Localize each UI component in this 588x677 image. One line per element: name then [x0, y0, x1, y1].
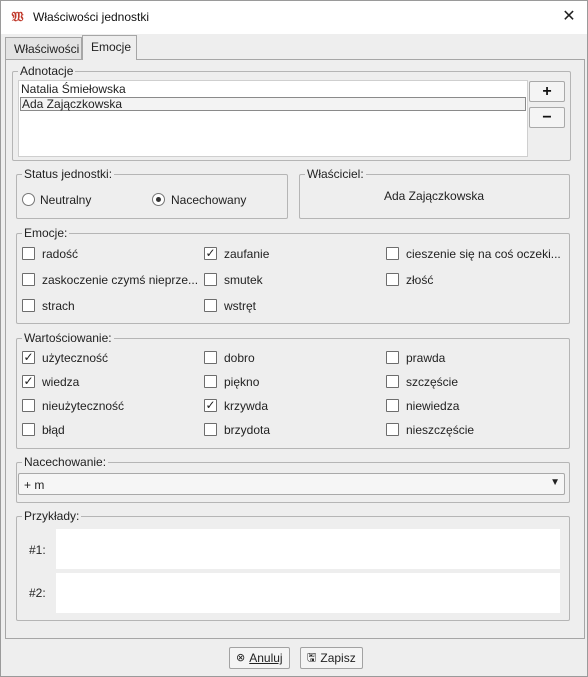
valuation-checkbox[interactable]: [204, 375, 217, 388]
emotion-checkbox[interactable]: [204, 299, 217, 312]
add-annotation-button[interactable]: +: [529, 81, 565, 102]
emotion-checkbox-label: smutek: [224, 273, 263, 287]
owner-label: Właściciel:: [307, 167, 364, 181]
radio-nacechowany-label: Nacechowany: [171, 193, 247, 207]
emotion-checkbox[interactable]: [22, 273, 35, 286]
valuation-checkbox-label: szczęście: [406, 375, 459, 389]
example-2-field[interactable]: [56, 573, 560, 613]
owner-value: Ada Zajączkowska: [384, 189, 485, 203]
valuation-checkbox[interactable]: [386, 375, 399, 388]
cancel-button-label: Anuluj: [249, 651, 283, 665]
valuation-checkbox-label: wiedza: [42, 375, 80, 389]
tab-wlasciwosci[interactable]: Właściwości: [5, 37, 82, 59]
emotion-checkbox-label: radość: [42, 247, 79, 261]
marking-value: + m: [24, 478, 45, 492]
close-icon[interactable]: ✕: [557, 6, 581, 28]
title-bar: 𝔚 Właściwości jednostki ✕: [1, 1, 587, 34]
example-1-field[interactable]: [56, 529, 560, 569]
marking-label: Nacechowanie:: [24, 455, 107, 469]
valuation-checkbox-label: piękno: [224, 375, 260, 389]
list-item[interactable]: Natalia Śmiełowska: [20, 82, 526, 96]
valuation-checkbox[interactable]: [386, 399, 399, 412]
example-2-label: #2:: [29, 586, 46, 600]
emotion-checkbox[interactable]: [22, 299, 35, 312]
marking-select[interactable]: + m ▼: [18, 473, 565, 495]
dialog-window: 𝔚 Właściwości jednostki ✕ Właściwości Em…: [0, 0, 588, 677]
window-title: Właściwości jednostki: [33, 10, 150, 24]
valuation-checkbox[interactable]: [386, 351, 399, 364]
cancel-button[interactable]: ⊗ Anuluj: [229, 647, 290, 669]
valuation-checkbox[interactable]: [386, 423, 399, 436]
valuation-checkbox[interactable]: [204, 423, 217, 436]
emotion-checkbox[interactable]: ✓: [204, 247, 217, 260]
emotion-checkbox-label: złość: [406, 273, 434, 287]
save-button[interactable]: 🖫 Zapisz: [300, 647, 363, 669]
emotion-checkbox[interactable]: [386, 247, 399, 260]
list-item-selected[interactable]: Ada Zajączkowska: [20, 97, 526, 111]
cancel-icon: ⊗: [236, 652, 246, 664]
annotations-label: Adnotacje: [20, 64, 74, 78]
emotions-label: Emocje:: [24, 226, 68, 240]
tab-emocje[interactable]: Emocje: [82, 35, 137, 60]
valuation-checkbox-label: nieużyteczność: [42, 399, 125, 413]
valuation-checkbox-label: dobro: [224, 351, 255, 365]
valuation-checkbox[interactable]: [22, 399, 35, 412]
valuation-checkbox[interactable]: [22, 423, 35, 436]
emotion-checkbox[interactable]: [22, 247, 35, 260]
chevron-down-icon: ▼: [550, 477, 560, 488]
example-1-label: #1:: [29, 543, 46, 557]
examples-label: Przykłady:: [24, 509, 80, 523]
valuation-label: Wartościowanie:: [24, 331, 112, 345]
valuation-checkbox-label: błąd: [42, 423, 65, 437]
valuation-checkbox[interactable]: ✓: [204, 399, 217, 412]
app-logo-icon: 𝔚: [11, 10, 24, 25]
emotion-checkbox[interactable]: [204, 273, 217, 286]
emotion-checkbox-label: zaskoczenie czymś nieprze...: [42, 273, 199, 287]
valuation-checkbox[interactable]: ✓: [22, 375, 35, 388]
emotion-checkbox-label: cieszenie się na coś oczeki...: [406, 247, 561, 261]
valuation-checkbox[interactable]: [204, 351, 217, 364]
valuation-checkbox-label: użyteczność: [42, 351, 109, 365]
annotations-list[interactable]: Natalia Śmiełowska Ada Zajączkowska: [18, 80, 528, 157]
remove-annotation-button[interactable]: −: [529, 107, 565, 128]
radio-nacechowany[interactable]: [152, 193, 165, 206]
emotion-checkbox-label: strach: [42, 299, 75, 313]
valuation-checkbox-label: niewiedza: [406, 399, 460, 413]
valuation-checkbox-label: nieszczęście: [406, 423, 475, 437]
valuation-group: Wartościowanie:: [16, 331, 570, 449]
emotion-checkbox-label: zaufanie: [224, 247, 270, 261]
valuation-checkbox-label: prawda: [406, 351, 446, 365]
emotion-checkbox[interactable]: [386, 273, 399, 286]
valuation-checkbox[interactable]: ✓: [22, 351, 35, 364]
valuation-checkbox-label: brzydota: [224, 423, 271, 437]
save-button-label: Zapisz: [320, 651, 356, 665]
floppy-disk-icon: 🖫: [307, 652, 317, 664]
emotion-checkbox-label: wstręt: [224, 299, 257, 313]
status-label: Status jednostki:: [24, 167, 113, 181]
radio-neutralny-label: Neutralny: [40, 193, 92, 207]
valuation-checkbox-label: krzywda: [224, 399, 269, 413]
radio-neutralny[interactable]: [22, 193, 35, 206]
